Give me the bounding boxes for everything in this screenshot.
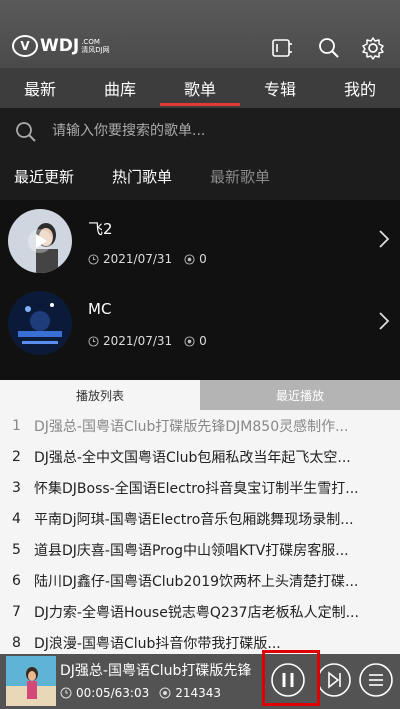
clock-icon [88, 253, 99, 265]
track-number: 8 [12, 634, 21, 651]
plays-icon [184, 253, 195, 265]
queue-track[interactable]: 2 DJ强总-全中文国粤语Club包厢私改当年起飞太空... [0, 441, 400, 472]
mini-player: DJ强总-国粤语Club打碟版先锋 00:05/63:03 214343 [0, 654, 400, 709]
now-playing-title[interactable]: DJ强总-国粤语Club打碟版先锋 [60, 660, 260, 680]
queue-track[interactable]: 4 平南Dj阿琪-国粤语Electro音乐包厢跳舞现场录制... [0, 503, 400, 534]
plays-icon [184, 335, 195, 347]
clock-icon [88, 335, 99, 347]
track-title: 怀集DJBoss-全国语Electro抖音臭宝订制半生雪打... [34, 480, 359, 497]
filter-bar: 最近更新 热门歌单 最新歌单 [0, 156, 400, 196]
chevron-right-icon [378, 310, 390, 332]
tab-library[interactable]: 曲库 [80, 68, 160, 108]
tab-playlists[interactable]: 歌单 [160, 68, 240, 108]
queue-track[interactable]: 1 DJ强总-国粤语Club打碟版先锋DJM850灵感制作... [0, 410, 400, 441]
track-title: DJ强总-国粤语Club打碟版先锋DJM850灵感制作... [34, 418, 349, 435]
tab-albums[interactable]: 专辑 [240, 68, 320, 108]
search-bar [0, 108, 400, 153]
track-number: 2 [12, 448, 21, 465]
playlist-cover [8, 209, 72, 273]
queue-track[interactable]: 7 DJ力索-全粤语House锐志粤Q237店老板私人定制... [0, 596, 400, 627]
main-nav: 最新 曲库 歌单 专辑 我的 [0, 68, 400, 108]
logo-dot-com: .COM [81, 38, 100, 46]
logo-text: WDJ [40, 36, 80, 56]
filter-recent-update[interactable]: 最近更新 [0, 156, 98, 196]
track-number: 4 [12, 510, 21, 527]
playlist-date: 2021/07/31 [103, 334, 173, 348]
queue-track[interactable]: 5 道县DJ庆喜-国粤语Prog中山领唱KTV打碟房客服... [0, 534, 400, 565]
playback-time: 00:05/63:03 [76, 686, 150, 700]
track-number: 7 [12, 603, 21, 620]
tab-latest[interactable]: 最新 [0, 68, 80, 108]
playlist-meta: 2021/07/31 0 [88, 252, 207, 266]
playlist-title: MC [88, 300, 112, 318]
track-number: 3 [12, 479, 21, 496]
track-number: 6 [12, 572, 21, 589]
search-panel: 最近更新 热门歌单 最新歌单 [0, 108, 400, 200]
now-playing-cover[interactable] [6, 656, 56, 706]
track-title: DJ强总-全中文国粤语Club包厢私改当年起飞太空... [34, 449, 351, 466]
sheet-tabs: 播放列表 最近播放 [0, 380, 400, 410]
playlist-row[interactable]: MC 2021/07/31 0 [0, 282, 400, 364]
device-icon[interactable] [268, 36, 294, 60]
playlist-count: 0 [199, 252, 207, 266]
track-title: 陆川DJ鑫仔-国粤语Club2019饮两杯上头清楚打碟... [34, 573, 359, 590]
playlist-meta: 2021/07/31 0 [88, 334, 207, 348]
play-queue-sheet: 播放列表 最近播放 1 DJ强总-国粤语Club打碟版先锋DJM850灵感制作.… [0, 380, 400, 658]
track-title: 道县DJ庆喜-国粤语Prog中山领唱KTV打碟房客服... [34, 542, 349, 559]
track-title: 平南Dj阿琪-国粤语Electro音乐包厢跳舞现场录制... [34, 511, 354, 528]
filter-newest[interactable]: 最新歌单 [196, 156, 294, 196]
playlist-menu-button[interactable] [358, 662, 394, 698]
track-title: DJ浪漫-国粤语Club抖音你带我打碟版... [34, 635, 281, 652]
app-header: V WDJ .COM 清风DJ网 [0, 0, 400, 68]
tab-play-queue[interactable]: 播放列表 [0, 380, 200, 410]
track-number: 1 [12, 417, 21, 434]
playlist-row[interactable]: 飞2 2021/07/31 0 [0, 200, 400, 282]
clock-icon [60, 687, 72, 699]
search-icon [14, 120, 38, 144]
queue-track[interactable]: 3 怀集DJBoss-全国语Electro抖音臭宝订制半生雪打... [0, 472, 400, 503]
app-logo: V WDJ .COM 清风DJ网 [12, 34, 110, 58]
search-input[interactable] [52, 118, 372, 144]
play-count: 214343 [175, 686, 222, 700]
queue-track[interactable]: 6 陆川DJ鑫仔-国粤语Club2019饮两杯上头清楚打碟... [0, 565, 400, 596]
track-number: 5 [12, 541, 21, 558]
next-button[interactable] [316, 662, 352, 698]
track-title: DJ力索-全粤语House锐志粤Q237店老板私人定制... [34, 604, 359, 621]
logo-mark: V [12, 35, 38, 57]
plays-icon [159, 687, 171, 699]
filter-hot[interactable]: 热门歌单 [98, 156, 196, 196]
chevron-right-icon [378, 228, 390, 250]
playlist-cover [8, 291, 72, 355]
search-icon[interactable] [316, 36, 342, 60]
tab-mine[interactable]: 我的 [320, 68, 400, 108]
playlist-count: 0 [199, 334, 207, 348]
now-playing-stats: 00:05/63:03 214343 [60, 686, 221, 700]
logo-cn: 清风DJ网 [81, 46, 110, 54]
gear-icon[interactable] [360, 36, 386, 60]
tab-recent-played[interactable]: 最近播放 [200, 380, 400, 410]
highlight-box [262, 650, 320, 706]
playlist-date: 2021/07/31 [103, 252, 173, 266]
playlist-title: 飞2 [88, 220, 113, 238]
